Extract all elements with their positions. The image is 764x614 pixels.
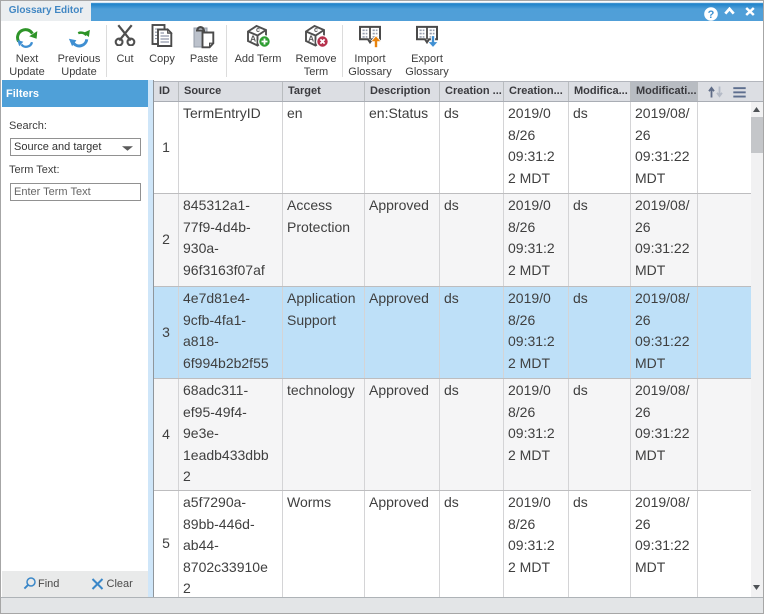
svg-text:c: c (314, 27, 318, 34)
svg-text:?: ? (708, 9, 715, 21)
svg-text:c: c (256, 27, 260, 34)
svg-text:A: A (250, 34, 256, 44)
svg-text:A: A (308, 34, 314, 44)
